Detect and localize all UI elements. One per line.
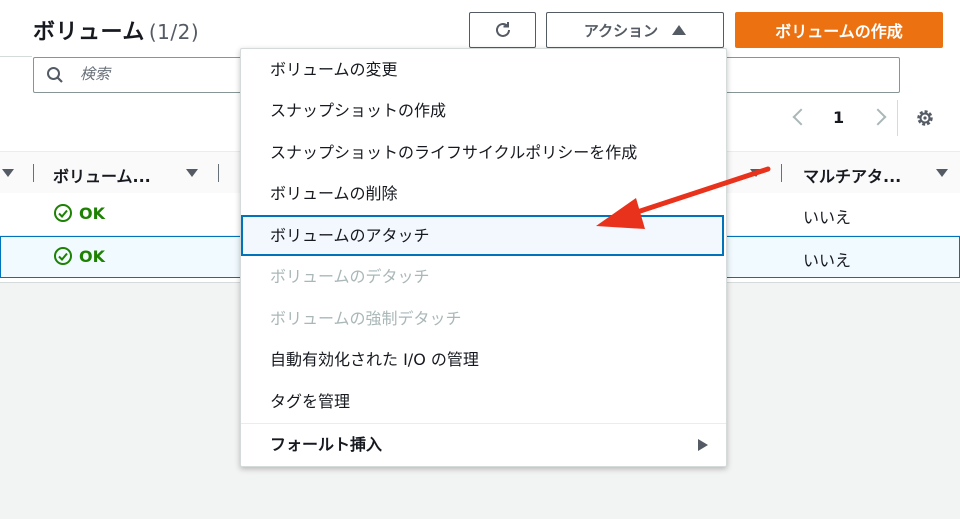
search-icon [47, 67, 63, 83]
menu-item-force-detach-volume: ボリュームの強制デタッチ [270, 309, 462, 328]
status-text: OK [79, 246, 105, 266]
chevron-right-icon[interactable] [869, 108, 887, 126]
status-text: OK [79, 203, 105, 223]
menu-item-delete-volume[interactable]: ボリュームの削除 [241, 173, 726, 214]
column-divider [781, 164, 782, 182]
column-header-volume[interactable]: ボリューム... [53, 163, 151, 187]
column-divider [33, 164, 34, 182]
menu-item-modify-volume[interactable]: ボリュームの変更 [241, 49, 726, 90]
menu-item-detach-volume: ボリュームのデタッチ [270, 267, 430, 286]
page-title: ボリューム (1/2) [33, 14, 199, 46]
menu-item-fault-injection[interactable]: フォールト挿入 [241, 424, 726, 465]
page-number[interactable]: 1 [833, 108, 844, 127]
divider [0, 56, 32, 57]
menu-item-attach-volume[interactable]: ボリュームのアタッチ [241, 215, 724, 256]
refresh-button[interactable] [469, 12, 536, 48]
pagination: 1 [785, 103, 887, 131]
sort-down-icon[interactable] [186, 169, 198, 177]
settings-gear-icon[interactable] [914, 107, 936, 129]
menu-item-fault-injection-label: フォールト挿入 [270, 435, 383, 454]
actions-dropdown-button[interactable]: アクション [546, 12, 724, 48]
status-ok: OK [53, 246, 105, 266]
status-ok: OK [53, 203, 105, 223]
refresh-icon [495, 22, 510, 37]
selection-count: (1/2) [148, 20, 200, 44]
status-ok-icon [54, 204, 72, 222]
page-title-text: ボリューム [33, 20, 145, 45]
status-ok-icon [54, 247, 72, 265]
pagination-divider [897, 100, 898, 136]
menu-item-create-lifecycle-policy[interactable]: スナップショットのライフサイクルポリシーを作成 [241, 132, 726, 173]
sort-down-icon[interactable] [750, 169, 762, 177]
column-header-multi-attach[interactable]: マルチアタ... [803, 163, 901, 187]
menu-item-create-snapshot[interactable]: スナップショットの作成 [241, 90, 726, 131]
sort-down-icon[interactable] [2, 169, 14, 177]
actions-label: アクション [583, 21, 659, 40]
create-volume-button[interactable]: ボリュームの作成 [735, 12, 943, 48]
menu-item-manage-tags[interactable]: タグを管理 [241, 381, 726, 422]
menu-item-manage-auto-enabled-io[interactable]: 自動有効化された I/O の管理 [241, 339, 726, 380]
caret-up-icon [672, 25, 687, 35]
submenu-arrow-icon [698, 439, 708, 451]
chevron-left-icon[interactable] [792, 108, 810, 126]
multi-attach-value: いいえ [803, 251, 852, 270]
sort-down-icon[interactable] [936, 169, 948, 177]
actions-menu: ボリュームの変更 スナップショットの作成 スナップショットのライフサイクルポリシ… [240, 48, 727, 467]
column-divider [218, 164, 219, 182]
search-input[interactable] [78, 64, 262, 84]
multi-attach-value: いいえ [803, 208, 852, 227]
